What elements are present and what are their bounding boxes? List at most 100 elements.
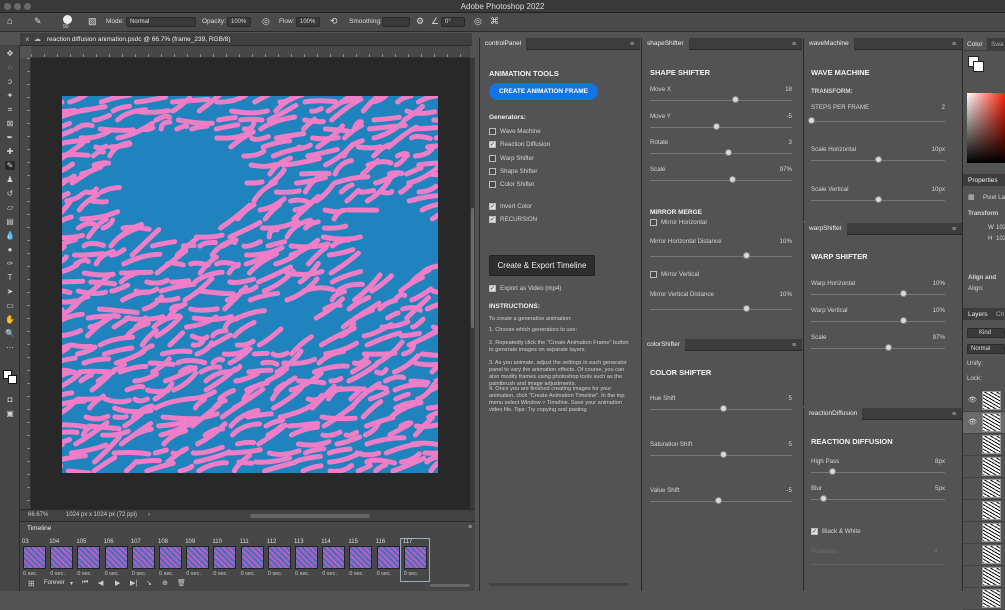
stamp-tool-icon[interactable]: ♟ [5,175,15,184]
crop-tool-icon[interactable]: ⌗ [5,105,15,114]
color-shifter-knob[interactable] [715,497,722,504]
frame-delay[interactable]: 0 sec. [404,571,419,577]
timeline-frame[interactable]: 1130 sec. [292,539,320,581]
wave-machine-slider[interactable]: Scale Horizontal10px [804,146,962,172]
quick-select-tool-icon[interactable]: ✦ [5,91,15,100]
tween-icon[interactable]: ↘ [146,579,152,587]
first-frame-icon[interactable]: ⏮ [82,579,88,587]
layer-row[interactable] [963,588,1005,610]
background-color-swatch[interactable] [8,375,17,384]
create-export-timeline-button[interactable]: Create & Export Timeline [489,255,595,276]
generator-checkbox[interactable]: ✓ [489,141,496,148]
tab-properties[interactable]: Properties [968,177,998,184]
frame-delay[interactable]: 0 sec. [77,571,92,577]
shape-shifter-knob[interactable] [729,176,736,183]
generator-row[interactable]: Wave Machine [489,128,629,138]
shape-shifter-knob[interactable] [732,96,739,103]
shape-shifter-knob[interactable] [713,123,720,130]
timeline-frame[interactable]: 1070 sec. [129,539,157,581]
timeline-frame[interactable]: 1140 sec. [319,539,347,581]
warp-shifter-track[interactable] [811,294,945,295]
mirror-v-distance-knob[interactable] [743,305,750,312]
hand-tool-icon[interactable]: ✋ [5,315,15,324]
loop-select[interactable]: Forever [44,580,65,586]
layer-row[interactable] [963,522,1005,544]
recursion-checkbox[interactable]: ✓ [489,216,496,223]
shape-shifter-slider[interactable]: Move X18 [642,86,802,112]
warp-shifter-knob[interactable] [900,290,907,297]
duplicate-frame-icon[interactable]: ⊕ [162,579,168,587]
generator-row[interactable]: Shape Shifter [489,168,629,178]
loop-dropdown-icon[interactable]: ▾ [70,580,73,587]
timeline-frame[interactable]: 1170 sec. [401,539,429,581]
color-shifter-menu-icon[interactable]: ≡ [792,342,796,349]
shape-shifter-menu-icon[interactable]: ≡ [792,41,796,48]
layer-row[interactable] [963,544,1005,566]
frame-delay[interactable]: 0 sec. [132,571,147,577]
warp-shifter-slider[interactable]: Warp Vertical10% [804,307,962,333]
warp-shifter-track[interactable] [811,348,945,349]
tab-channels[interactable]: Ch [996,311,1004,318]
next-frame-icon[interactable]: ▶| [130,579,137,587]
timeline-frame[interactable]: 1160 sec. [374,539,402,581]
brush-tool-icon[interactable]: ✎ [34,16,42,27]
flow-field[interactable]: 100% [296,17,320,27]
canvas-vertical-scrollbar[interactable] [470,58,475,509]
frame-delay[interactable]: 0 sec. [295,571,310,577]
home-icon[interactable]: ⌂ [7,16,13,27]
timeline-frame[interactable]: 030 sec. [20,539,48,581]
color-shifter-slider[interactable]: Saturation Shift5 [642,441,802,467]
color-shifter-slider[interactable]: Hue Shift5 [642,395,802,421]
healing-tool-icon[interactable]: ✚ [5,147,15,156]
tab-layers[interactable]: Layers [968,311,988,318]
pressure-opacity-icon[interactable]: ◎ [262,16,270,27]
shape-shifter-track[interactable] [650,180,792,181]
tab-control-panel[interactable]: controlPanel [480,38,526,50]
brush-settings-icon[interactable]: ▨ [88,16,97,27]
warp-shifter-slider[interactable]: Warp Horizontal10% [804,280,962,306]
tab-swatches[interactable]: Swa [991,41,1004,48]
invert-color-row[interactable]: ✓ Invert Color [489,203,629,213]
document-tab[interactable]: × ☁ reaction diffusion animation.psdc @ … [20,33,472,46]
pen-tool-icon[interactable]: ✑ [5,259,15,268]
visibility-icon[interactable]: 👁 [968,396,977,404]
angle-field[interactable]: 0° [441,17,465,27]
frame-delay[interactable]: 0 sec. [186,571,201,577]
export-video-checkbox[interactable]: ✓ [489,285,496,292]
trash-icon[interactable]: 🗑 [177,579,186,587]
mirror-v-distance-track[interactable] [650,309,792,310]
screen-mode-icon[interactable]: ▣ [5,409,15,418]
document-canvas[interactable] [62,96,438,473]
wave-machine-menu-icon[interactable]: ≡ [952,41,956,48]
steps-per-frame-track[interactable] [811,121,945,122]
control-panel-menu-icon[interactable]: ≡ [630,41,634,48]
timeline-frame[interactable]: 1040 sec. [47,539,75,581]
wave-machine-knob[interactable] [875,196,882,203]
create-animation-frame-button[interactable]: CREATE ANIMATION FRAME [489,83,598,100]
mirror-h-distance-knob[interactable] [743,252,750,259]
symmetry-icon[interactable]: ⌘ [490,16,499,27]
warp-shifter-knob[interactable] [900,317,907,324]
warp-shifter-track[interactable] [811,321,945,322]
timeline-frame[interactable]: 1110 sec. [238,539,266,581]
mirror-v-distance-slider[interactable]: Mirror Vertical Distance 10% [642,289,802,315]
brush-tool-icon[interactable]: ✎ [5,161,15,170]
reaction-diffusion-knob[interactable] [820,495,827,502]
airbrush-icon[interactable]: ⟲ [330,16,338,27]
reaction-diffusion-slider[interactable]: High Pass8px [804,458,962,484]
layer-row[interactable]: 👁 [963,412,1005,434]
layer-row[interactable] [963,456,1005,478]
shape-shifter-track[interactable] [650,100,792,101]
mirror-vertical-row[interactable]: Mirror Vertical [650,271,790,281]
color-picker-field[interactable] [967,93,1005,163]
close-tab-icon[interactable]: × [25,35,30,44]
mirror-horizontal-checkbox[interactable] [650,219,657,226]
layer-kind-filter[interactable]: Kind [967,328,1005,338]
quick-mask-icon[interactable]: ◘ [5,395,15,404]
layer-row[interactable] [963,434,1005,456]
mode-select[interactable]: Normal [126,17,196,27]
zoom-level[interactable]: 66.67% [28,512,48,518]
mirror-h-distance-slider[interactable]: Mirror Horizontal Distance 10% [642,236,802,262]
export-video-row[interactable]: ✓ Export as Video (mp4) [489,285,629,295]
dodge-tool-icon[interactable]: ● [5,245,15,254]
